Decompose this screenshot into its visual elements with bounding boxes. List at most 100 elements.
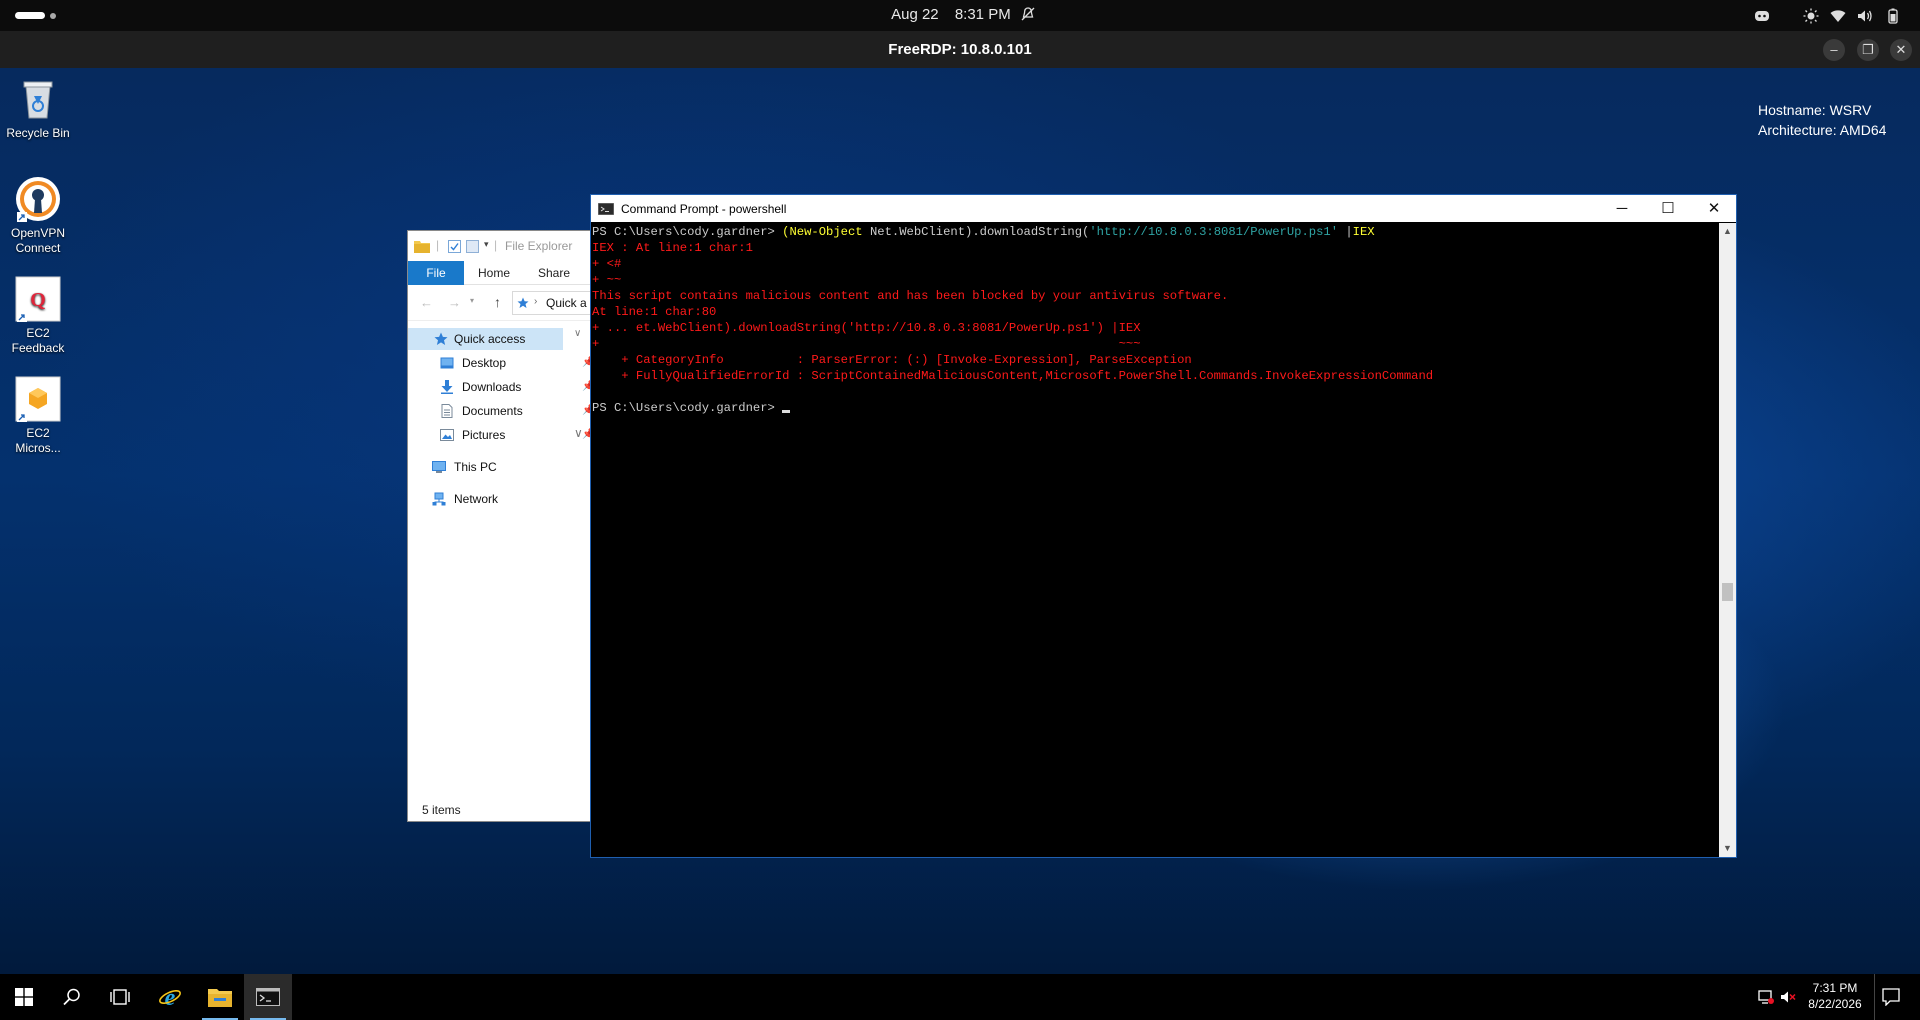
console-output[interactable]: PS C:\Users\cody.gardner> (New-Object Ne… — [592, 223, 1720, 857]
battery-icon[interactable] — [1885, 8, 1901, 24]
recent-dropdown-icon[interactable]: ▾ — [470, 296, 474, 305]
wifi-icon[interactable] — [1830, 8, 1846, 24]
gnome-top-bar: Aug 22 8:31 PM — [0, 0, 1920, 31]
minimize-button[interactable]: ─ — [1599, 195, 1645, 222]
nav-label: Downloads — [462, 380, 522, 394]
command-iex: IEX — [1352, 225, 1375, 239]
close-button[interactable]: ✕ — [1691, 195, 1737, 222]
remote-desktop: Recycle Bin OpenVPN Connect Q EC2 Feedba… — [0, 68, 1920, 974]
error-line: + <# — [592, 257, 622, 271]
bginfo-panel: Hostname: WSRV Architecture: AMD64 — [1758, 100, 1886, 140]
nav-collapse-chevron-icon[interactable]: ∨ — [574, 426, 583, 440]
task-view-button[interactable] — [96, 974, 144, 1020]
pictures-icon — [440, 429, 454, 441]
taskbar-time: 7:31 PM — [1812, 981, 1858, 995]
quick-access-star-icon — [434, 332, 448, 345]
scrollbar-thumb[interactable] — [1722, 583, 1733, 601]
internet-explorer-icon: e — [159, 985, 181, 1009]
nav-documents[interactable]: Documents 📌 — [440, 400, 594, 422]
hostname-text: Hostname: WSRV — [1758, 102, 1872, 118]
forward-arrow-icon[interactable]: → — [448, 295, 461, 310]
cmdlet-text: New-Object — [789, 225, 863, 239]
command-prompt-icon — [256, 988, 280, 1006]
desktop-icon-recycle-bin[interactable]: Recycle Bin — [0, 76, 76, 141]
address-text: Quick a — [546, 296, 587, 310]
file-explorer-icon — [208, 989, 232, 1007]
desktop-icon-label: Recycle Bin — [6, 126, 70, 140]
downloads-arrow-icon — [441, 380, 453, 394]
nav-label: Quick access — [454, 332, 526, 346]
scroll-down-icon[interactable]: ▼ — [1719, 840, 1736, 857]
rdp-minimize-button[interactable]: – — [1823, 39, 1845, 61]
powershell-window[interactable]: Command Prompt - powershell ─ ☐ ✕ PS C:\… — [590, 194, 1737, 858]
notifications-icon[interactable] — [1882, 988, 1900, 1006]
freerdp-titlebar: FreeRDP: 10.8.0.101 – ❐ ✕ — [0, 31, 1920, 68]
documents-icon — [441, 404, 453, 418]
powershell-window-title: Command Prompt - powershell — [621, 202, 787, 216]
nav-desktop[interactable]: Desktop 📌 — [440, 352, 594, 374]
new-folder-icon[interactable] — [466, 240, 479, 253]
gnome-time: 8:31 PM — [954, 6, 1011, 23]
search-icon — [63, 988, 80, 1006]
gnome-date: Aug 22 — [891, 6, 939, 23]
powershell-titlebar[interactable]: Command Prompt - powershell ─ ☐ ✕ — [591, 195, 1736, 222]
error-line: + ~~~ — [592, 337, 1141, 351]
openvpn-icon — [15, 176, 61, 222]
error-line: + ~~ — [592, 273, 622, 287]
ec2-micros-icon — [15, 376, 61, 422]
desktop-icon-label: OpenVPN — [10, 226, 66, 240]
search-button[interactable] — [48, 974, 96, 1020]
taskbar-internet-explorer[interactable]: e — [146, 974, 194, 1020]
address-bar[interactable]: › Quick a — [512, 291, 592, 315]
desktop-icon-label: EC2 — [26, 426, 50, 440]
error-line: This script contains malicious content a… — [592, 289, 1229, 303]
taskbar-clock[interactable]: 7:31 PM 8/22/2026 — [1800, 980, 1870, 1012]
desktop-icon-ec2-micros[interactable]: EC2 Micros... — [0, 376, 76, 456]
taskbar-file-explorer[interactable] — [196, 974, 244, 1020]
desktop-icon-label: Micros... — [15, 441, 61, 455]
nav-label: This PC — [454, 460, 497, 474]
volume-icon[interactable] — [1857, 8, 1873, 24]
error-line: + FullyQualifiedErrorId : ScriptContaine… — [592, 369, 1434, 383]
up-arrow-icon[interactable]: ↑ — [494, 294, 501, 310]
error-line: At line:1 char:80 — [592, 305, 717, 319]
folder-icon — [414, 241, 430, 253]
volume-muted-icon[interactable] — [1780, 989, 1796, 1005]
desktop-icon-label: Connect — [15, 241, 61, 255]
rdp-maximize-button[interactable]: ❐ — [1857, 39, 1879, 61]
error-line: + CategoryInfo : ParserError: (:) [Invok… — [592, 353, 1192, 367]
nav-pictures[interactable]: Pictures 📌 — [440, 424, 594, 446]
scroll-up-icon[interactable]: ▲ — [1719, 223, 1736, 240]
desktop-icon-ec2-feedback[interactable]: Q EC2 Feedback — [0, 276, 76, 356]
start-button[interactable] — [0, 974, 48, 1020]
desktop-icon-openvpn[interactable]: OpenVPN Connect — [0, 176, 76, 256]
back-arrow-icon[interactable]: ← — [420, 295, 433, 310]
nav-downloads[interactable]: Downloads 📌 — [440, 376, 594, 398]
gnome-clock[interactable]: Aug 22 8:31 PM — [0, 6, 1920, 23]
svg-text:e: e — [165, 985, 176, 1009]
ec2-feedback-icon: Q — [15, 276, 61, 322]
nav-label: Network — [454, 492, 499, 506]
tab-home[interactable]: Home — [478, 261, 510, 285]
discord-icon[interactable] — [1754, 8, 1770, 24]
nav-quick-access[interactable]: Quick access — [408, 328, 563, 350]
network-status-icon[interactable] — [1758, 989, 1774, 1005]
nav-scroll-chevron-up-icon[interactable]: ∨ — [574, 328, 581, 339]
rdp-close-button[interactable]: ✕ — [1890, 39, 1912, 61]
maximize-button[interactable]: ☐ — [1645, 195, 1691, 222]
properties-icon[interactable] — [448, 240, 461, 253]
nav-this-pc[interactable]: This PC — [432, 456, 562, 478]
brightness-icon[interactable] — [1803, 8, 1819, 24]
nav-label: Pictures — [462, 428, 506, 442]
console-scrollbar[interactable]: ▲ ▼ — [1719, 223, 1736, 857]
nav-label: Desktop — [462, 356, 507, 370]
quick-access-toolbar-dropdown[interactable]: ▾ — [484, 239, 489, 250]
tab-share[interactable]: Share — [538, 261, 570, 285]
taskbar-command-prompt[interactable] — [244, 974, 292, 1020]
nav-network[interactable]: Network — [432, 488, 562, 510]
desktop-icon-label: Feedback — [11, 341, 65, 355]
svg-text:Q: Q — [30, 289, 46, 311]
tab-file[interactable]: File — [408, 261, 464, 285]
command-pipe: | — [1338, 225, 1353, 239]
network-icon — [432, 492, 446, 506]
